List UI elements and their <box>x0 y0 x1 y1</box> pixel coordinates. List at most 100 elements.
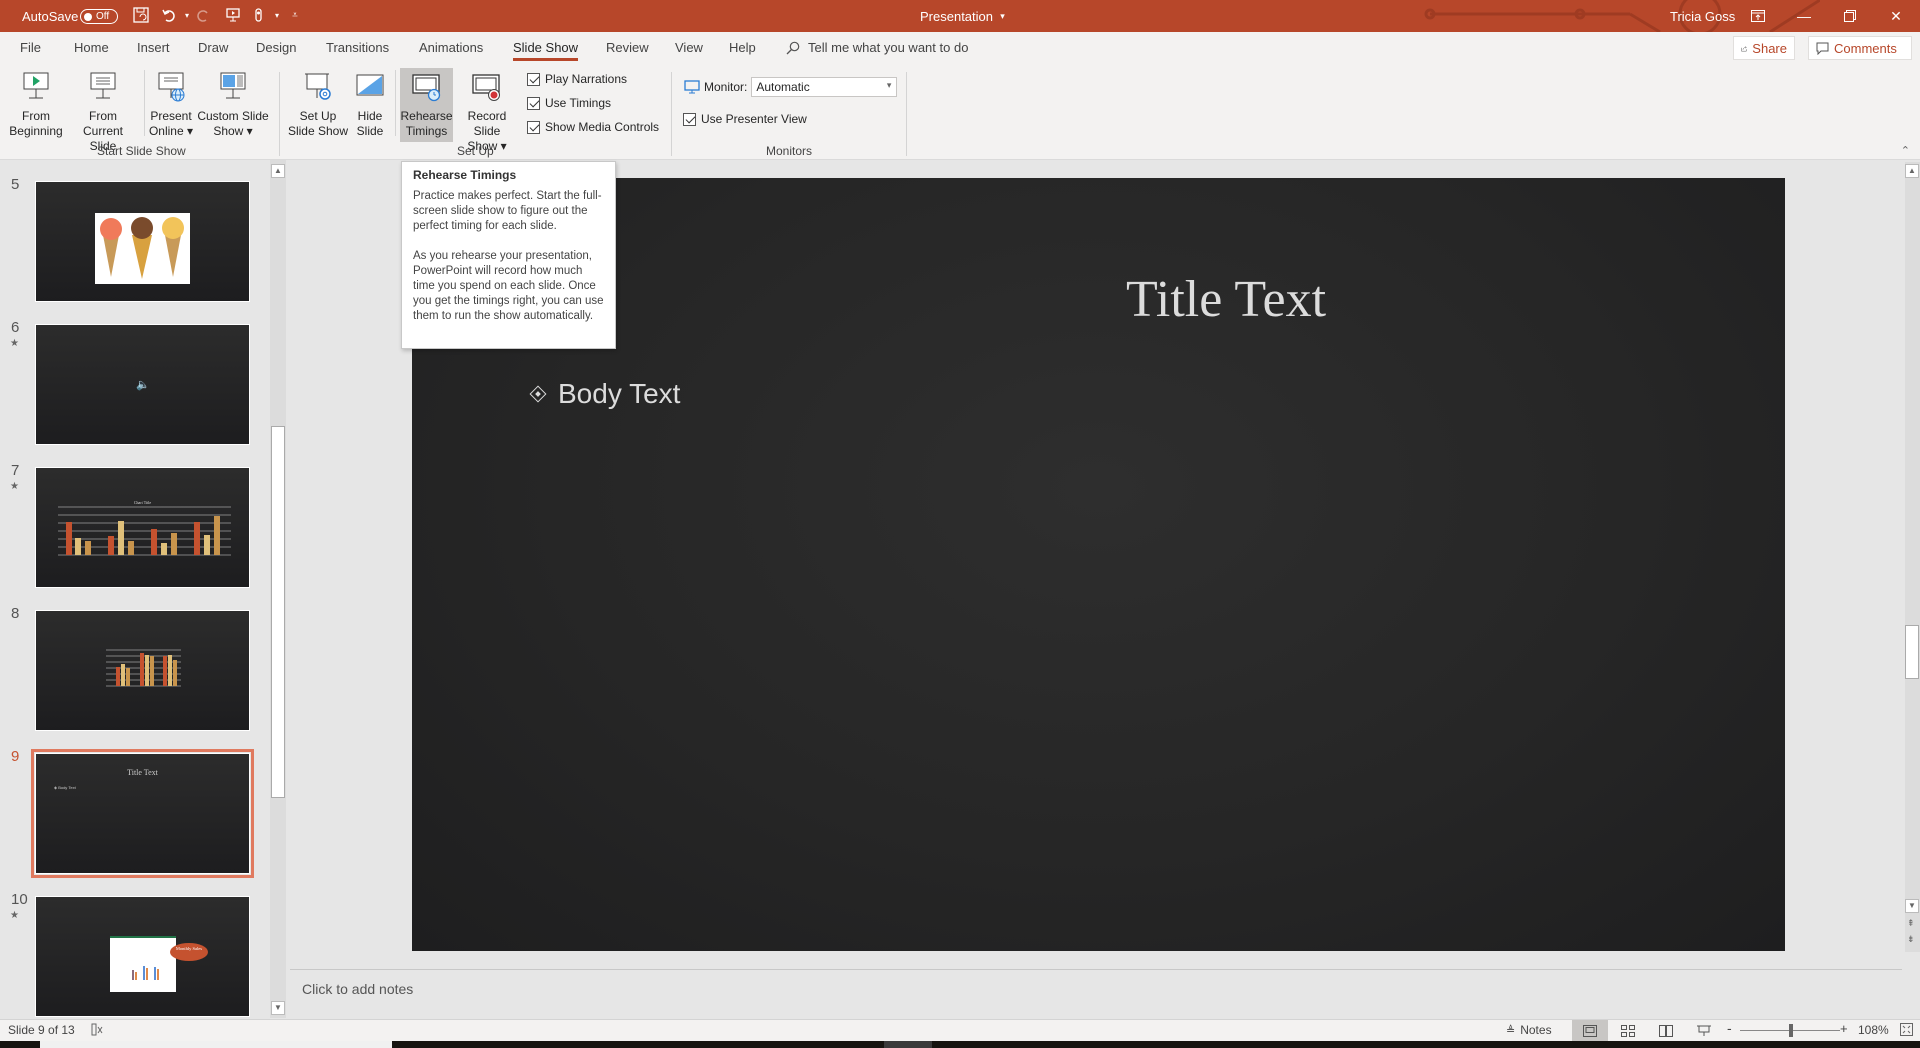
tell-me-search[interactable]: Tell me what you want to do <box>786 40 968 55</box>
spell-check-icon[interactable] <box>90 1023 104 1040</box>
previous-slide-icon[interactable]: ⇞ <box>1907 918 1915 929</box>
thumb-title: Title Text <box>127 768 158 777</box>
slide-thumbnail-9[interactable]: Title Text ◈ Body Text <box>31 749 254 878</box>
slide-body[interactable]: Body Text <box>529 378 680 410</box>
ribbon-display-options-icon[interactable] <box>1735 0 1781 32</box>
tab-review[interactable]: Review <box>606 40 649 55</box>
spreadsheet-image <box>110 936 176 992</box>
tab-insert[interactable]: Insert <box>137 40 170 55</box>
tab-transitions[interactable]: Transitions <box>326 40 389 55</box>
slide-thumbnail-8[interactable] <box>35 610 250 731</box>
tab-slide-show[interactable]: Slide Show <box>513 40 579 61</box>
rehearse-line1: Rehearse <box>400 109 453 123</box>
checkbox-checked-icon <box>527 120 540 134</box>
notes-toggle-button[interactable]: ≜ Notes <box>1506 1023 1552 1037</box>
play-narrations-checkbox[interactable]: Play Narrations <box>527 72 627 86</box>
minimize-icon[interactable]: — <box>1781 0 1827 32</box>
zoom-level[interactable]: 108% <box>1858 1023 1889 1037</box>
custom-slide-show-button[interactable]: Custom Slide Show ▾ <box>197 68 269 139</box>
taskbar-strip <box>0 1041 1920 1048</box>
undo-icon[interactable] <box>160 7 178 25</box>
tab-file[interactable]: File <box>20 40 41 55</box>
rehearse-line2: Timings <box>405 124 448 138</box>
thumbnail-scrollbar[interactable]: ▲ ▼ <box>270 160 286 1018</box>
present-online-button[interactable]: Present Online ▾ <box>148 68 194 139</box>
document-title[interactable]: Presentation ▾ <box>920 0 1005 32</box>
next-slide-icon[interactable]: ⇟ <box>1907 934 1915 945</box>
collapse-ribbon-icon[interactable]: ⌃ <box>1901 144 1910 157</box>
notes-placeholder[interactable]: Click to add notes <box>302 981 413 997</box>
checkbox-checked-icon <box>683 112 696 126</box>
tab-design[interactable]: Design <box>256 40 296 55</box>
user-name[interactable]: Tricia Goss <box>1670 0 1735 32</box>
share-button[interactable]: Share <box>1733 36 1795 60</box>
slide-scrollbar[interactable]: ▲ ▼ ⇞ ⇟ <box>1905 162 1920 952</box>
monitor-row: Monitor: Automatic <box>684 77 898 97</box>
hide-slide-icon <box>354 71 386 105</box>
comment-icon <box>1816 42 1829 55</box>
thumb-body-text: Body Text <box>58 785 76 790</box>
tab-home[interactable]: Home <box>74 40 109 55</box>
start-from-beginning-icon[interactable] <box>224 7 242 25</box>
zoom-in-button[interactable]: + <box>1840 1021 1848 1036</box>
comments-button[interactable]: Comments <box>1808 36 1912 60</box>
slide-thumbnail-10[interactable]: Monthly Sales <box>35 896 250 1017</box>
autosave-toggle[interactable]: Off <box>80 9 118 24</box>
scroll-down-icon[interactable]: ▼ <box>1905 899 1919 913</box>
use-presenter-view-checkbox[interactable]: Use Presenter View <box>683 112 807 126</box>
zoom-out-button[interactable]: - <box>1727 1020 1732 1036</box>
slide-show-view-button[interactable] <box>1686 1020 1722 1041</box>
current-slide[interactable]: Title Text Body Text <box>412 178 1785 951</box>
fit-to-window-icon[interactable] <box>1900 1023 1913 1039</box>
from-current-slide-button[interactable]: From Current Slide <box>68 68 138 154</box>
from-current-line1: From <box>89 109 117 123</box>
tab-view[interactable]: View <box>675 40 703 55</box>
group-separator <box>671 72 672 156</box>
thumbnail-number: 10 <box>11 891 28 908</box>
slide-thumbnail-7[interactable]: Chart Title <box>35 467 250 588</box>
scroll-up-icon[interactable]: ▲ <box>271 164 285 178</box>
scroll-up-icon[interactable]: ▲ <box>1905 164 1919 178</box>
customize-qat-icon[interactable]: ⩡ <box>286 7 304 25</box>
normal-view-button[interactable] <box>1572 1020 1608 1041</box>
touch-mode-icon[interactable] <box>250 7 268 25</box>
separator <box>395 70 396 136</box>
notes-pane[interactable]: Click to add notes <box>290 969 1902 1019</box>
set-up-slide-show-button[interactable]: Set Up Slide Show <box>287 68 349 139</box>
touch-dropdown-icon[interactable]: ▾ <box>268 7 286 25</box>
present-online-line2: Online ▾ <box>148 124 194 138</box>
scrollbar-thumb[interactable] <box>271 426 285 798</box>
setup-line1: Set Up <box>299 109 337 123</box>
diamond-bullet-icon <box>529 385 547 403</box>
zoom-slider-thumb[interactable] <box>1789 1024 1794 1037</box>
slide-thumbnail-6[interactable]: 🔈 <box>35 324 250 445</box>
close-icon[interactable]: ✕ <box>1873 0 1919 32</box>
autosave-label: AutoSave <box>22 8 79 24</box>
group-separator <box>906 72 907 156</box>
tab-help[interactable]: Help <box>729 40 756 55</box>
tab-draw[interactable]: Draw <box>198 40 228 55</box>
use-timings-checkbox[interactable]: Use Timings <box>527 96 611 110</box>
group-label-monitors: Monitors <box>766 144 813 158</box>
rehearse-timings-button[interactable]: Rehearse Timings <box>400 68 453 142</box>
hide-slide-button[interactable]: Hide Slide <box>352 68 388 139</box>
monitor-icon <box>684 80 700 94</box>
restore-icon[interactable] <box>1827 0 1873 32</box>
show-media-controls-label: Show Media Controls <box>545 120 660 134</box>
group-label-start-slide-show: Start Slide Show <box>97 144 186 158</box>
record-slide-show-button[interactable]: Record Slide Show ▾ <box>454 68 520 154</box>
taskbar-active-app[interactable] <box>884 1041 932 1048</box>
from-beginning-button[interactable]: From Beginning <box>6 68 66 139</box>
slide-sorter-button[interactable] <box>1610 1020 1646 1041</box>
tell-me-text: Tell me what you want to do <box>808 40 969 55</box>
scrollbar-thumb[interactable] <box>1905 625 1919 679</box>
tab-animations[interactable]: Animations <box>419 40 483 55</box>
save-icon[interactable] <box>132 7 150 25</box>
slide-thumbnail-5[interactable] <box>35 181 250 302</box>
rehearse-timings-icon <box>411 71 443 105</box>
slide-title[interactable]: Title Text <box>412 270 1785 329</box>
monitor-select[interactable]: Automatic <box>751 77 898 97</box>
reading-view-button[interactable] <box>1648 1020 1684 1041</box>
show-media-controls-checkbox[interactable]: Show Media Controls <box>527 120 659 134</box>
scroll-down-icon[interactable]: ▼ <box>271 1001 285 1015</box>
